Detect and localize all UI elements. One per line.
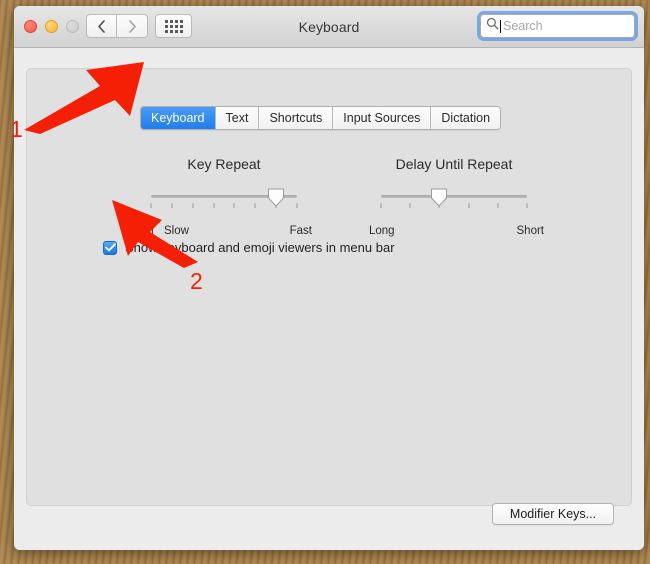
- tab-bar: Keyboard Text Shortcuts Input Sources Di…: [140, 106, 501, 130]
- delay-end-labels: Long Short: [339, 225, 569, 241]
- slider-thumb[interactable]: [431, 188, 448, 207]
- show-viewers-checkbox-row[interactable]: Show keyboard and emoji viewers in menu …: [103, 240, 395, 255]
- show-viewers-checkbox[interactable]: [103, 241, 117, 255]
- key-repeat-slow-label: Slow: [164, 225, 189, 237]
- delay-until-repeat-slider-group: Delay Until Repeat Long Short: [339, 156, 569, 241]
- modifier-keys-button[interactable]: Modifier Keys...: [492, 503, 614, 525]
- delay-short-label: Short: [517, 225, 545, 237]
- annotation-number-2: 2: [190, 268, 203, 295]
- delay-until-repeat-label: Delay Until Repeat: [339, 156, 569, 172]
- tab-keyboard[interactable]: Keyboard: [141, 107, 216, 129]
- preferences-panel: [26, 68, 632, 506]
- key-repeat-label: Key Repeat: [109, 156, 339, 172]
- desktop-background: Keyboard Search: [0, 0, 650, 564]
- annotation-number-1: 1: [10, 116, 23, 143]
- key-repeat-fast-label: Fast: [290, 225, 312, 237]
- search-icon: [486, 17, 499, 35]
- keyboard-preferences-window: Keyboard Search: [14, 6, 644, 550]
- key-repeat-off-label: Off: [139, 225, 154, 237]
- slider-ticks: [381, 203, 527, 209]
- window-titlebar: Keyboard Search: [14, 6, 644, 48]
- slider-thumb[interactable]: [268, 188, 285, 207]
- search-input[interactable]: Search: [480, 14, 635, 38]
- tab-shortcuts[interactable]: Shortcuts: [259, 107, 333, 129]
- window-body: Keyboard Text Shortcuts Input Sources Di…: [14, 48, 644, 550]
- key-repeat-slider[interactable]: [109, 187, 339, 223]
- tab-dictation[interactable]: Dictation: [431, 107, 500, 129]
- search-placeholder: Search: [503, 19, 543, 33]
- search-field-container: Search: [480, 14, 635, 38]
- text-caret: [500, 20, 501, 33]
- delay-long-label: Long: [369, 225, 395, 237]
- key-repeat-end-labels: Off Slow Fast: [109, 225, 339, 241]
- tab-input-sources[interactable]: Input Sources: [333, 107, 431, 129]
- tab-text[interactable]: Text: [216, 107, 260, 129]
- slider-track: [381, 195, 527, 198]
- checkmark-icon: [105, 239, 116, 257]
- delay-until-repeat-slider[interactable]: [339, 187, 569, 223]
- key-repeat-slider-group: Key Repeat Off Slow Fast: [109, 156, 339, 241]
- show-viewers-label: Show keyboard and emoji viewers in menu …: [125, 240, 395, 255]
